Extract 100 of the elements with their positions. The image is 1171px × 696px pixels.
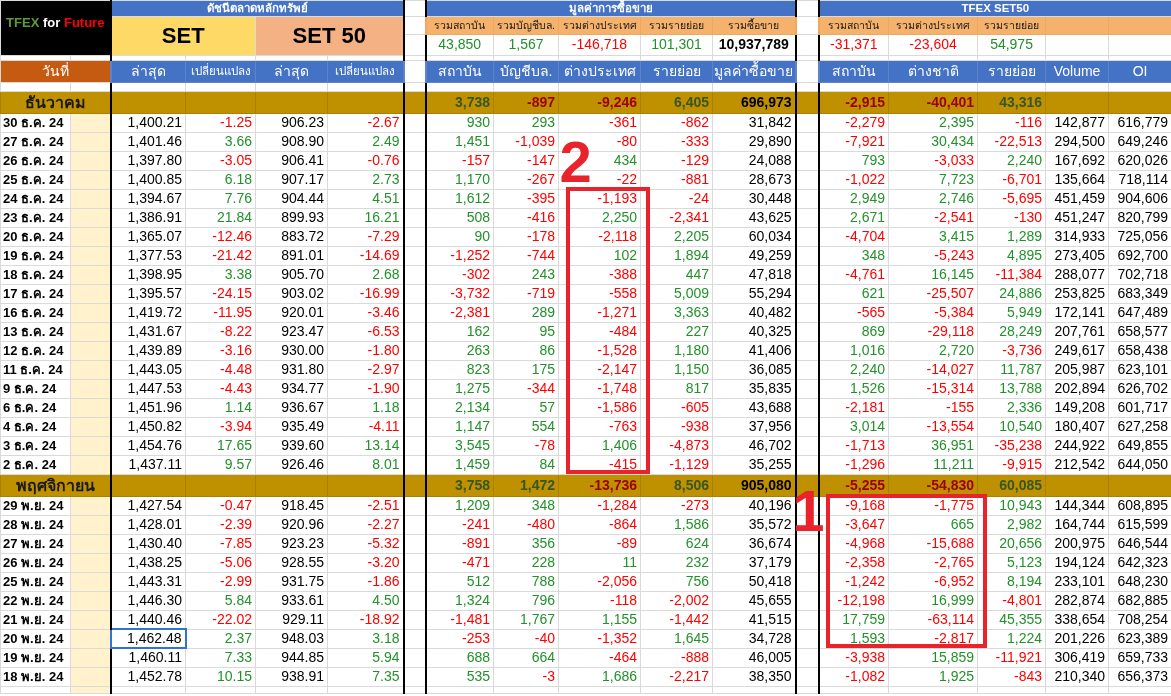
table-cell: -1.86 xyxy=(327,572,404,592)
table-cell: 60,034 xyxy=(712,227,796,247)
table-cell: 7.35 xyxy=(327,667,404,687)
table-cell: 905.70 xyxy=(255,265,328,285)
date-cell: 4 ธ.ค. 24 xyxy=(0,417,71,437)
table-cell: 4.51 xyxy=(327,189,404,209)
table-cell: 883.72 xyxy=(255,227,328,247)
table-cell: 1,324 xyxy=(425,591,494,611)
table-cell: 1,401.46 xyxy=(110,132,186,152)
table-cell: -344 xyxy=(493,379,559,399)
table-cell: 1,150 xyxy=(640,360,713,380)
table-cell: 1,451 xyxy=(425,132,494,152)
table-cell: -3.94 xyxy=(185,417,256,437)
table-cell: 338,654 xyxy=(1045,610,1109,630)
table-cell: 1,686 xyxy=(558,667,641,687)
table-cell: 1,147 xyxy=(425,417,494,437)
table-cell: -2,765 xyxy=(888,553,978,573)
table-cell: -15,688 xyxy=(888,534,978,554)
date-cell: 24 ธ.ค. 24 xyxy=(0,189,71,209)
table-cell: -78 xyxy=(493,436,559,456)
table-cell: -3.05 xyxy=(185,151,256,171)
table-cell: 904.44 xyxy=(255,189,328,209)
table-cell: 891.01 xyxy=(255,246,328,266)
table-cell: -2.27 xyxy=(327,515,404,535)
month-total: -9,246 xyxy=(558,91,641,114)
table-cell: 1,450.82 xyxy=(110,417,186,437)
table-cell: -2,279 xyxy=(818,113,889,133)
table-cell: 1,447.53 xyxy=(110,379,186,399)
table-cell: 1,894 xyxy=(640,246,713,266)
table-cell: -1.25 xyxy=(185,113,256,133)
table-cell: 84 xyxy=(493,455,559,475)
table-cell: -4.43 xyxy=(185,379,256,399)
table-cell: -763 xyxy=(558,417,641,437)
table-cell: 2,746 xyxy=(888,189,978,209)
table-cell: 2,240 xyxy=(977,151,1046,171)
table-cell: 273,405 xyxy=(1045,246,1109,266)
table-cell: -22.02 xyxy=(185,610,256,630)
table-cell: 37,956 xyxy=(712,417,796,437)
table-cell: 918.45 xyxy=(255,496,328,516)
table-cell: 451,247 xyxy=(1045,208,1109,228)
table-cell: 15,859 xyxy=(888,648,978,668)
table-cell: 1,767 xyxy=(493,610,559,630)
table-cell: 1,428.01 xyxy=(110,515,186,535)
summary-value: -23,604 xyxy=(888,34,978,56)
table-cell: 202,894 xyxy=(1045,379,1109,399)
table-cell: 688 xyxy=(425,648,494,668)
date-cell: 26 ธ.ค. 24 xyxy=(0,151,71,171)
table-cell: 624 xyxy=(640,534,713,554)
table-cell: -29,118 xyxy=(888,322,978,342)
table-cell: 1,446.30 xyxy=(110,591,186,611)
table-cell: 1,451.96 xyxy=(110,398,186,418)
table-cell: 936.67 xyxy=(255,398,328,418)
table-cell: 1,925 xyxy=(888,667,978,687)
table-cell: 933.61 xyxy=(255,591,328,611)
table-cell: 920.01 xyxy=(255,303,328,323)
table-cell: -8.22 xyxy=(185,322,256,342)
table-cell: 348 xyxy=(818,246,889,266)
table-cell: 28,249 xyxy=(977,322,1046,342)
table-cell: 294,500 xyxy=(1045,132,1109,152)
table-cell: 36,085 xyxy=(712,360,796,380)
table-cell: 756 xyxy=(640,572,713,592)
table-cell: -1,748 xyxy=(558,379,641,399)
table-cell: 4.50 xyxy=(327,591,404,611)
table-cell: 41,406 xyxy=(712,341,796,361)
table-cell: -2,147 xyxy=(558,360,641,380)
table-cell: 20,656 xyxy=(977,534,1046,554)
table-cell: 35,835 xyxy=(712,379,796,399)
table-cell: 9.57 xyxy=(185,455,256,475)
table-cell: 1,395.57 xyxy=(110,284,186,304)
table-cell: 1,427.54 xyxy=(110,496,186,516)
table-cell: 5.94 xyxy=(327,648,404,668)
table-cell: -3,736 xyxy=(977,341,1046,361)
table-cell: -2.51 xyxy=(327,496,404,516)
table-cell: 930 xyxy=(425,113,494,133)
table-cell: -2.97 xyxy=(327,360,404,380)
table-cell: 249,617 xyxy=(1045,341,1109,361)
date-cell: 27 ธ.ค. 24 xyxy=(0,132,71,152)
table-cell: 944.85 xyxy=(255,648,328,668)
section-title: มูลค่าการซื้อขาย xyxy=(425,0,796,17)
table-cell: 200,975 xyxy=(1045,534,1109,554)
table-cell: 929.11 xyxy=(255,610,328,630)
table-cell: 1,439.89 xyxy=(110,341,186,361)
table-cell: -2,817 xyxy=(888,629,978,649)
table-cell: -147 xyxy=(493,151,559,171)
month-total: -40,401 xyxy=(888,91,978,114)
column-header: สถาบัน xyxy=(818,60,889,83)
table-cell: 4,895 xyxy=(977,246,1046,266)
table-cell: 45,355 xyxy=(977,610,1046,630)
date-cell: 25 พ.ย. 24 xyxy=(0,572,71,592)
table-cell: 16,999 xyxy=(888,591,978,611)
table-cell: -2.39 xyxy=(185,515,256,535)
date-cell: 18 พ.ย. 24 xyxy=(0,667,71,687)
table-cell: 282,874 xyxy=(1045,591,1109,611)
summary-value: 1,567 xyxy=(493,34,559,56)
summary-value: 54,975 xyxy=(977,34,1046,56)
table-cell: 1,454.76 xyxy=(110,436,186,456)
table-cell: 34,728 xyxy=(712,629,796,649)
table-cell: 1,452.78 xyxy=(110,667,186,687)
table-cell: -18.92 xyxy=(327,610,404,630)
date-cell: 25 ธ.ค. 24 xyxy=(0,170,71,190)
